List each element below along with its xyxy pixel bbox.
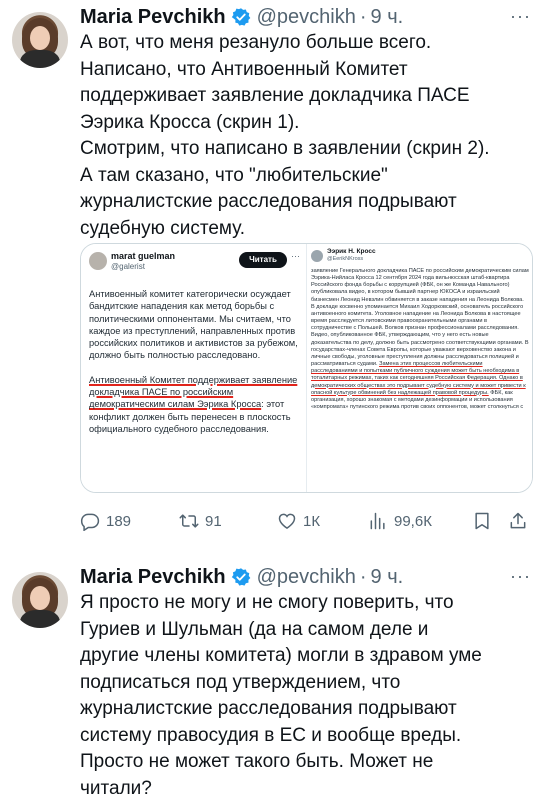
statement-text: заявление Генерального докладчика ПАСЕ п…: [311, 268, 529, 368]
tweet-text-line: другие члены комитета) могли в здравом у…: [80, 645, 482, 666]
embedded-author-handle: @EerikNKross: [327, 256, 364, 262]
embedded-avatar: [89, 252, 107, 270]
tweet-text-line: Ээрика Кросса (скрин 1).: [80, 111, 300, 133]
views-button[interactable]: 99,6К: [368, 511, 432, 531]
reply-count: 189: [106, 512, 132, 530]
tweet-timestamp[interactable]: 9 ч.: [371, 566, 404, 589]
share-icon: [510, 512, 526, 529]
author-handle[interactable]: @pevchikh: [257, 566, 356, 589]
embedded-author-name: Ээрик Н. Кросс: [327, 248, 376, 255]
tweet-header: Maria Pevchikh @pevchikh · 9 ч.: [80, 4, 403, 30]
tweet-text-line: Гуриев и Шульман (да на самом деле и: [80, 618, 429, 640]
tweet[interactable]: Maria Pevchikh @pevchikh · 9 ч. ··· Я пр…: [0, 558, 543, 800]
tweet-media[interactable]: marat guelman @galerist Читать ··· Антив…: [80, 243, 533, 493]
author-name[interactable]: Maria Pevchikh: [80, 566, 226, 589]
bookmark-button[interactable]: [472, 511, 492, 531]
embedded-paragraph: Антивоенный комитет категорически осужда…: [89, 289, 298, 361]
author-avatar[interactable]: [12, 572, 68, 628]
more-options-icon[interactable]: ···: [510, 566, 531, 587]
embedded-author-name: marat guelman: [111, 251, 176, 261]
view-count: 99,6К: [394, 512, 432, 530]
embedded-follow-button: Читать: [239, 252, 287, 268]
verified-badge-icon: [231, 568, 250, 586]
tweet-header: Maria Pevchikh @pevchikh · 9 ч.: [80, 564, 403, 590]
embedded-more-icon: ···: [291, 251, 300, 261]
share-button[interactable]: [508, 511, 528, 531]
embedded-author-handle: @galerist: [111, 262, 145, 271]
like-count: 1К: [303, 512, 321, 530]
tweet-text-line: читали?: [80, 777, 152, 799]
reply-icon: [80, 513, 100, 531]
embedded-paragraph: Антивоенный Комитет поддерживает заявлен…: [89, 374, 301, 435]
reply-button[interactable]: 189: [80, 511, 131, 531]
media-image-1[interactable]: marat guelman @galerist Читать ··· Антив…: [81, 244, 307, 492]
author-name[interactable]: Maria Pevchikh: [80, 6, 226, 29]
verified-badge-icon: [231, 8, 250, 26]
author-avatar[interactable]: [12, 12, 68, 68]
tweet-text-line: Я просто не могу и не смогу поверить, чт…: [80, 592, 454, 613]
media-image-2[interactable]: Ээрик Н. Кросс @EerikNKross заявление Ге…: [307, 244, 532, 492]
tweet-actions: 189 91 1К 99,6К: [80, 508, 533, 534]
bookmark-icon: [475, 512, 489, 530]
retweet-icon: [179, 514, 199, 528]
heart-icon: [278, 513, 296, 529]
separator-dot: ·: [359, 565, 367, 588]
tweet-text-line: поддерживает заявление докладчика ПАСЕ: [80, 85, 470, 106]
tweet-text: А вот, что меня резануло больше всего. Н…: [80, 30, 531, 242]
tweet-text-line: журналистские расследования подрывают: [80, 191, 457, 212]
tweet[interactable]: Maria Pevchikh @pevchikh · 9 ч. ··· А во…: [0, 0, 543, 550]
tweet-text-line: Написано, что Антивоенный Комитет: [80, 58, 408, 80]
tweet-text-line: журналистские расследования подрывают: [80, 698, 457, 719]
tweet-text-line: А там сказано, что "любительские": [80, 164, 388, 186]
embedded-tweet-text: Антивоенный комитет категорически осужда…: [89, 288, 301, 447]
tweet-text-line: Смотрим, что написано в заявлении (скрин…: [80, 138, 490, 159]
tweet-text-line: подписаться под утверждением, что: [80, 671, 401, 693]
tweet-text-line: судебную систему.: [80, 217, 246, 239]
embedded-avatar: [311, 250, 323, 262]
tweet-text-line: Просто не может такого быть. Может не: [80, 751, 434, 772]
like-button[interactable]: 1К: [277, 511, 320, 531]
tweet-text-line: А вот, что меня резануло больше всего.: [80, 32, 432, 53]
retweet-button[interactable]: 91: [179, 511, 222, 531]
tweet-timestamp[interactable]: 9 ч.: [371, 6, 404, 29]
tweet-text-line: систему правосудия в ЕС и вообще вреды.: [80, 724, 462, 746]
more-options-icon[interactable]: ···: [510, 6, 531, 27]
embedded-statement-text: заявление Генерального докладчика ПАСЕ п…: [311, 268, 529, 411]
author-handle[interactable]: @pevchikh: [257, 6, 356, 29]
separator-dot: ·: [359, 5, 367, 28]
views-chart-icon: [370, 512, 385, 530]
tweet-text: Я просто не могу и не смогу поверить, чт…: [80, 590, 531, 800]
retweet-count: 91: [205, 512, 222, 530]
